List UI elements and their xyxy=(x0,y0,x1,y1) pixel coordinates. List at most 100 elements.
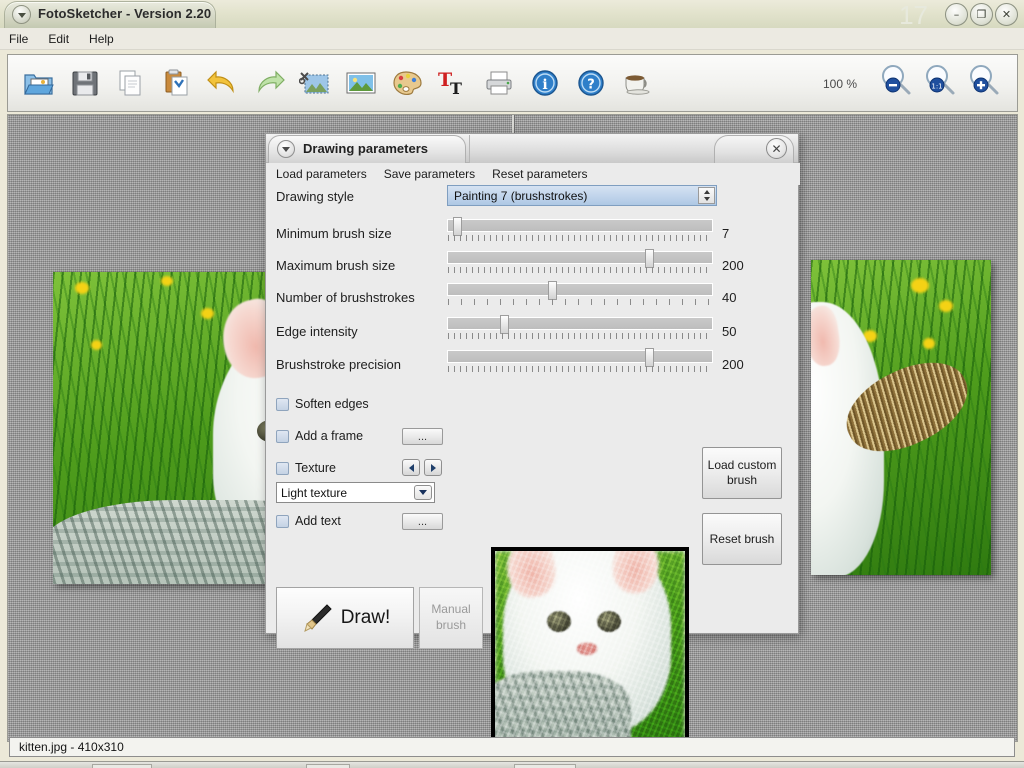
flower-3 xyxy=(201,308,214,319)
window-title: FotoSketcher - Version 2.20 xyxy=(38,6,212,21)
zoom-out-icon[interactable] xyxy=(877,63,915,104)
slider-ticks xyxy=(448,366,712,372)
brushstroke-precision-slider[interactable] xyxy=(447,348,713,374)
draw-button[interactable]: Draw! xyxy=(276,587,414,649)
menu-item-file[interactable]: File xyxy=(9,32,28,46)
zoom-controls: 100 % 1:1 xyxy=(823,63,1003,104)
slider-track[interactable] xyxy=(447,317,713,330)
texture-select[interactable]: Light texture xyxy=(276,482,435,503)
taskbar-item-3[interactable] xyxy=(514,764,576,768)
dialog-tab-shape-mid xyxy=(469,135,714,163)
reset-brush-button[interactable]: Reset brush xyxy=(702,513,782,565)
slider-handle[interactable] xyxy=(645,249,654,268)
slider-track[interactable] xyxy=(447,350,713,363)
chevron-down-icon[interactable] xyxy=(277,140,295,158)
svg-text:T: T xyxy=(450,79,462,97)
edge-intensity-slider[interactable] xyxy=(447,315,713,341)
zoom-fit-icon[interactable]: 1:1 xyxy=(921,63,959,104)
undo-icon[interactable] xyxy=(202,60,244,106)
info-icon[interactable]: i xyxy=(524,60,566,106)
main-window: FotoSketcher - Version 2.20 17 – ❐ ✕ Fil… xyxy=(0,0,1024,761)
add-text-checkbox[interactable]: Add text xyxy=(276,514,341,528)
flower-5 xyxy=(911,278,929,293)
number-of-brushstrokes-slider[interactable] xyxy=(447,281,713,307)
zoom-level: 100 % xyxy=(822,76,857,91)
flower-1 xyxy=(75,282,89,294)
paste-icon[interactable] xyxy=(156,60,198,106)
brush-icon xyxy=(303,604,332,632)
drawing-style-spinner[interactable] xyxy=(698,187,715,204)
image-icon[interactable] xyxy=(340,60,382,106)
taskbar[interactable] xyxy=(0,761,1024,768)
painting-preview[interactable] xyxy=(491,547,689,747)
print-icon[interactable] xyxy=(478,60,520,106)
chevron-down-icon[interactable] xyxy=(414,485,432,500)
text-icon[interactable]: T T xyxy=(432,60,474,106)
load-custom-brush-button[interactable]: Load custom brush xyxy=(702,447,782,499)
chevron-down-icon[interactable] xyxy=(12,5,31,24)
slider-track[interactable] xyxy=(447,219,713,232)
drawing-style-combo[interactable]: Painting 7 (brushstrokes) xyxy=(447,185,717,206)
menu-item-edit[interactable]: Edit xyxy=(48,32,69,46)
checkbox-icon[interactable] xyxy=(276,461,289,475)
minimum-brush-size-slider[interactable] xyxy=(447,217,713,243)
dialog-body: Drawing style Painting 7 (brushstrokes) … xyxy=(266,185,800,747)
texture-label: Texture xyxy=(295,461,336,475)
screen: FotoSketcher - Version 2.20 17 – ❐ ✕ Fil… xyxy=(0,0,1024,768)
manual-brush-button[interactable]: Manual brush xyxy=(419,587,483,649)
coffee-icon[interactable] xyxy=(616,60,658,106)
dialog-close-button[interactable]: ✕ xyxy=(766,138,787,159)
taskbar-item-2[interactable] xyxy=(306,764,350,768)
soften-edges-checkbox[interactable]: Soften edges xyxy=(276,397,369,411)
svg-text:i: i xyxy=(542,77,547,93)
edge-intensity-label: Edge intensity xyxy=(276,324,358,339)
slider-track[interactable] xyxy=(447,251,713,264)
arrow-right-icon[interactable] xyxy=(424,459,442,476)
close-button[interactable]: ✕ xyxy=(995,3,1018,26)
help-icon[interactable]: ? xyxy=(570,60,612,106)
load-parameters-menu[interactable]: Load parameters xyxy=(276,167,367,181)
slider-handle[interactable] xyxy=(500,315,509,334)
save-icon[interactable] xyxy=(64,60,106,106)
checkbox-icon[interactable] xyxy=(276,397,289,411)
menu-item-help[interactable]: Help xyxy=(89,32,114,46)
add-a-frame-checkbox[interactable]: Add a frame xyxy=(276,429,363,443)
slider-handle[interactable] xyxy=(548,281,557,300)
copy-icon[interactable] xyxy=(110,60,152,106)
save-parameters-menu[interactable]: Save parameters xyxy=(384,167,475,181)
window-controls: – ❐ ✕ xyxy=(945,3,1018,26)
minimize-button[interactable]: – xyxy=(945,3,968,26)
checkbox-icon[interactable] xyxy=(276,514,289,528)
maximize-button[interactable]: ❐ xyxy=(970,3,993,26)
palette-icon[interactable] xyxy=(386,60,428,106)
slider-handle[interactable] xyxy=(645,348,654,367)
open-folder-icon[interactable] xyxy=(18,60,60,106)
flower-2 xyxy=(161,276,173,286)
minimum-brush-size-label: Minimum brush size xyxy=(276,226,392,241)
background-window-number: 17 xyxy=(899,0,928,30)
brushstroke-texture xyxy=(495,551,685,743)
drawing-style-value: Painting 7 (brushstrokes) xyxy=(454,188,588,203)
zoom-in-icon[interactable] xyxy=(965,63,1003,104)
dialog-menubar: Load parameters Save parameters Reset pa… xyxy=(266,163,800,185)
add-text-options-button[interactable]: ... xyxy=(402,513,443,530)
texture-checkbox[interactable]: Texture xyxy=(276,461,336,475)
menubar: File Edit Help xyxy=(0,28,1024,50)
number-of-brushstrokes-label: Number of brushstrokes xyxy=(276,290,415,305)
arrow-left-icon[interactable] xyxy=(402,459,420,476)
redo-icon[interactable] xyxy=(248,60,290,106)
add-a-frame-options-button[interactable]: ... xyxy=(402,428,443,445)
maximum-brush-size-value: 200 xyxy=(722,258,744,273)
soften-edges-label: Soften edges xyxy=(295,397,369,411)
slider-handle[interactable] xyxy=(453,217,462,236)
svg-text:?: ? xyxy=(587,78,595,93)
crop-icon[interactable] xyxy=(294,60,336,106)
slider-track[interactable] xyxy=(447,283,713,296)
result-photo[interactable] xyxy=(811,260,991,575)
taskbar-item-1[interactable] xyxy=(92,764,152,768)
maximum-brush-size-slider[interactable] xyxy=(447,249,713,275)
brushstroke-precision-label: Brushstroke precision xyxy=(276,357,401,372)
checkbox-icon[interactable] xyxy=(276,429,289,443)
edge-intensity-value: 50 xyxy=(722,324,737,339)
reset-parameters-menu[interactable]: Reset parameters xyxy=(492,167,587,181)
